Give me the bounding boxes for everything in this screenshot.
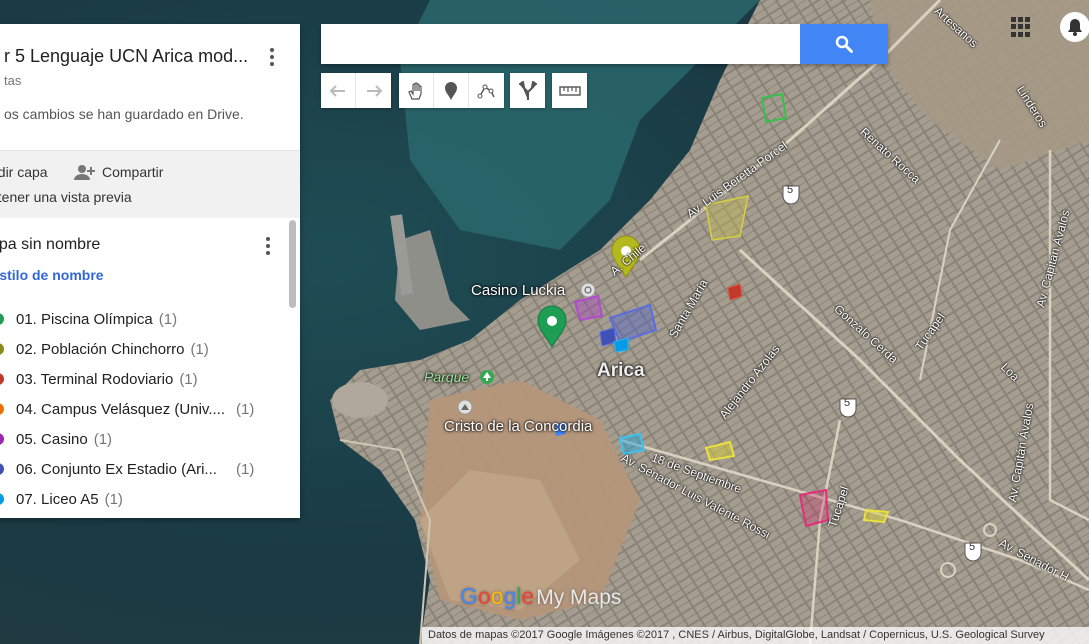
item-label: 03. Terminal Rodoviario <box>16 370 174 388</box>
item-label: 04. Campus Velásquez (Univ.... <box>16 400 225 418</box>
hand-icon <box>408 81 422 100</box>
style-link[interactable]: Estilo de nombre <box>0 267 104 283</box>
map-side-panel: r 5 Lenguaje UCN Arica mod... tas os cam… <box>0 24 300 518</box>
search-button[interactable] <box>800 24 888 64</box>
item-count: (1) <box>236 400 255 418</box>
item-count: (1) <box>104 490 123 508</box>
search-input[interactable] <box>321 24 800 64</box>
item-color-icon <box>0 343 4 355</box>
list-item[interactable]: 05. Casino (1) <box>0 424 290 454</box>
add-layer-label: adir capa <box>0 164 48 180</box>
save-status: os cambios se han guardado en Drive. <box>4 106 244 122</box>
add-directions-button[interactable] <box>510 73 545 108</box>
bell-icon <box>1068 19 1082 36</box>
directions-group <box>510 73 545 108</box>
search-icon <box>835 35 853 53</box>
map-options-menu-icon[interactable] <box>262 47 282 67</box>
place-label[interactable]: Casino Luckia <box>471 282 565 299</box>
item-count: (1) <box>179 370 198 388</box>
panel-scrollbar[interactable] <box>289 220 296 308</box>
draw-line-icon <box>477 84 495 98</box>
layer-section: apa sin nombre Estilo de nombre 01. Pisc… <box>0 218 300 518</box>
item-count: (1) <box>93 430 113 448</box>
google-my-maps-logo: GoogleMy Maps <box>460 583 622 609</box>
list-item[interactable]: 07. Liceo A5 (1) <box>0 484 290 514</box>
place-label[interactable]: Parque <box>424 369 469 385</box>
undo-redo-group <box>321 73 391 108</box>
ruler-icon <box>558 85 581 96</box>
layer-name[interactable]: apa sin nombre <box>0 236 100 254</box>
item-color-icon <box>0 403 4 415</box>
item-label: 06. Conjunto Ex Estadio (Ari... <box>16 460 217 478</box>
list-item[interactable]: 03. Terminal Rodoviario (1) <box>0 364 290 394</box>
add-person-icon <box>74 165 95 180</box>
place-label[interactable]: Cristo de la Concordia <box>444 418 592 435</box>
add-layer-button[interactable]: adir capa <box>0 161 48 183</box>
map-subtitle: tas <box>4 73 22 88</box>
map-title[interactable]: r 5 Lenguaje UCN Arica mod... <box>4 46 264 67</box>
monument-icon <box>457 399 473 415</box>
measure-button[interactable] <box>552 73 587 108</box>
city-label: Arica <box>597 360 645 381</box>
item-count: (1) <box>236 460 255 478</box>
item-label: 02. Población Chinchorro <box>16 340 185 358</box>
park-icon <box>480 370 494 384</box>
item-label: 07. Liceo A5 <box>16 490 99 508</box>
measure-group <box>552 73 587 108</box>
undo-button[interactable] <box>321 73 356 108</box>
undo-icon <box>329 84 345 97</box>
item-count: (1) <box>158 310 178 328</box>
share-button[interactable]: Compartir <box>72 161 163 183</box>
item-color-icon <box>0 433 4 445</box>
directions-icon <box>518 80 537 100</box>
item-color-icon <box>0 313 4 325</box>
tools-group <box>399 73 504 108</box>
redo-icon <box>366 84 382 97</box>
preview-button[interactable]: btener una vista previa <box>0 186 132 208</box>
item-label: 01. Piscina Olímpica <box>16 310 153 328</box>
search-bar <box>321 24 888 64</box>
route-shield-number: 5 <box>787 184 794 196</box>
share-label: Compartir <box>102 164 164 180</box>
marker-icon <box>445 81 457 100</box>
item-color-icon <box>0 493 4 505</box>
add-marker-button[interactable] <box>434 73 469 108</box>
apps-grid-icon[interactable] <box>1011 17 1031 37</box>
preview-label: btener una vista previa <box>0 189 132 205</box>
layer-items-list: 01. Piscina Olímpica (1) 02. Población C… <box>0 304 290 514</box>
item-color-icon <box>0 463 4 475</box>
notifications-button[interactable] <box>1060 12 1089 42</box>
item-color-icon <box>0 373 4 385</box>
panel-header: r 5 Lenguaje UCN Arica mod... tas os cam… <box>0 24 300 150</box>
style-link-label: Estilo de nombre <box>0 267 104 283</box>
list-item[interactable]: 02. Población Chinchorro (1) <box>0 334 290 364</box>
casino-icon <box>580 282 596 298</box>
redo-button[interactable] <box>356 73 391 108</box>
list-item[interactable]: 04. Campus Velásquez (Univ.... (1) <box>0 394 290 424</box>
panel-actions: adir capa Compartir btener una vista pre… <box>0 150 300 218</box>
draw-line-button[interactable] <box>469 73 504 108</box>
route-shield-number: 5 <box>844 397 851 409</box>
item-count: (1) <box>190 340 209 358</box>
item-label: 05. Casino <box>16 430 88 448</box>
map-attribution: Datos de mapas ©2017 Google Imágenes ©20… <box>422 627 1089 644</box>
layer-options-menu-icon[interactable] <box>258 236 278 256</box>
pan-tool-button[interactable] <box>399 73 434 108</box>
list-item[interactable]: 06. Conjunto Ex Estadio (Ari... (1) <box>0 454 290 484</box>
list-item[interactable]: 01. Piscina Olímpica (1) <box>0 304 290 334</box>
route-shield-number: 5 <box>969 541 976 553</box>
